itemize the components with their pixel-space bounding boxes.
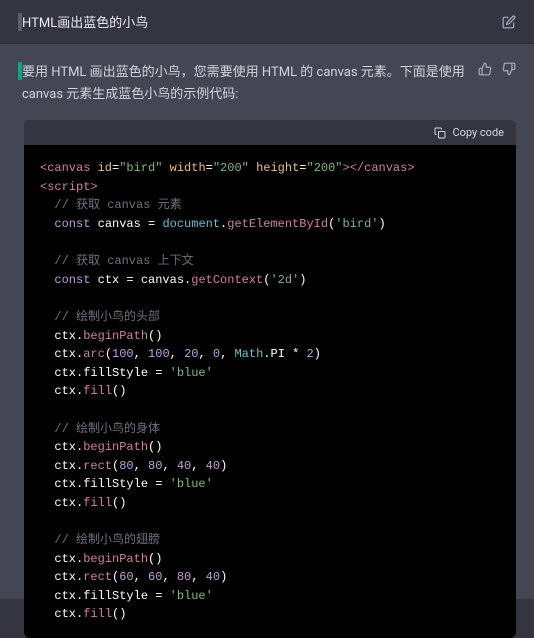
copy-code-button[interactable]: Copy code xyxy=(452,126,504,139)
clipboard-icon[interactable] xyxy=(434,127,446,139)
assistant-message-text: 要用 HTML 画出蓝色的小鸟，您需要使用 HTML 的 canvas 元素。下… xyxy=(22,62,470,106)
edit-icon[interactable] xyxy=(502,15,516,29)
assistant-message-row: 要用 HTML 画出蓝色的小鸟，您需要使用 HTML 的 canvas 元素。下… xyxy=(0,44,534,120)
thumbs-down-icon[interactable] xyxy=(502,62,516,76)
user-message-text: HTML画出蓝色的小鸟 xyxy=(22,12,494,31)
code-content: <canvas id="bird" width="200" height="20… xyxy=(24,145,516,638)
code-block: Copy code <canvas id="bird" width="200" … xyxy=(24,120,516,638)
code-header: Copy code xyxy=(24,120,516,145)
user-message-row: HTML画出蓝色的小鸟 xyxy=(0,0,534,44)
thumbs-up-icon[interactable] xyxy=(478,62,492,76)
